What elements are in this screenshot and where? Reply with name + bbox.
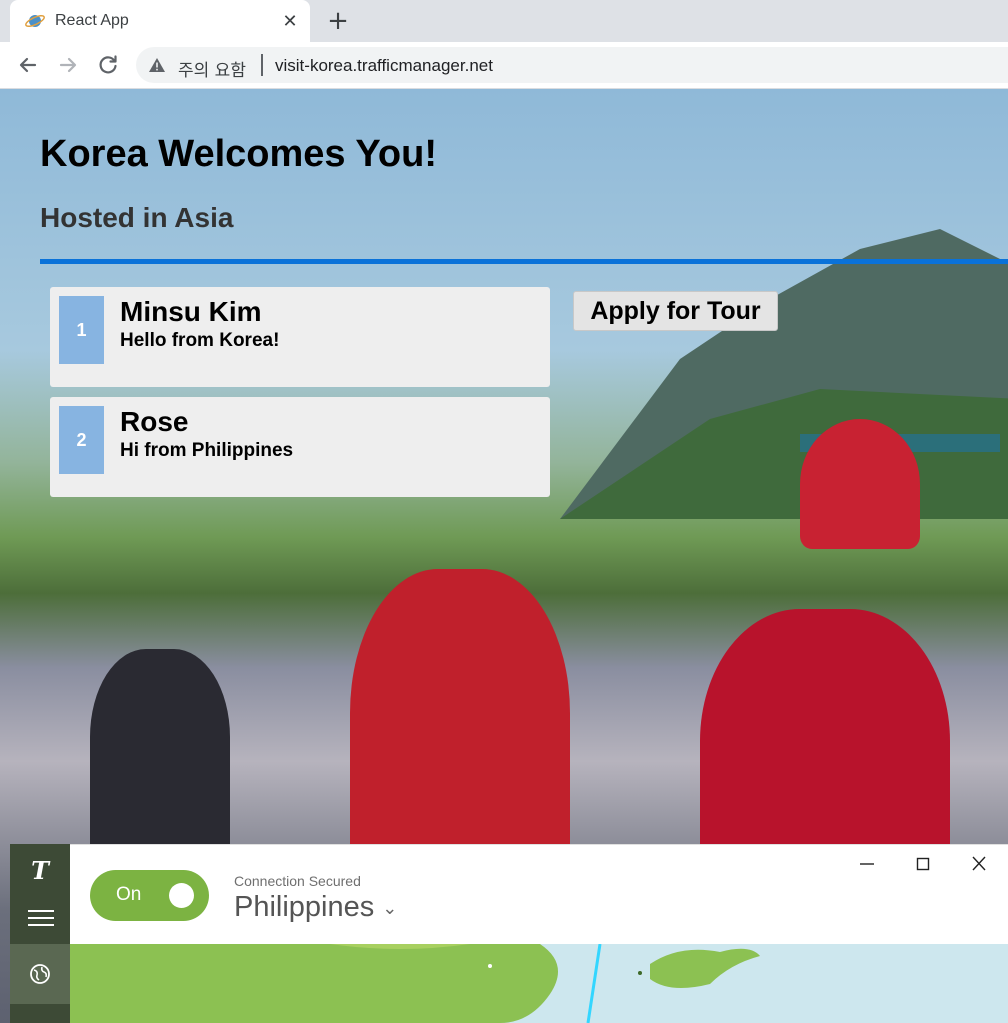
vpn-toggle-label: On (116, 884, 142, 905)
page-title: Korea Welcomes You! (40, 133, 438, 175)
reload-icon[interactable] (94, 51, 122, 79)
entry-name: Rose (120, 406, 189, 437)
entry-number: 1 (59, 296, 104, 364)
close-icon[interactable] (966, 853, 992, 875)
tab-react-app[interactable]: React App ✕ (10, 0, 310, 42)
vpn-logo-icon: T (31, 856, 49, 885)
vpn-toggle[interactable]: On (90, 870, 209, 921)
vpn-toggle-knob (169, 883, 194, 908)
maximize-icon[interactable] (910, 853, 936, 875)
tab-close-icon[interactable]: ✕ (278, 9, 302, 33)
vpn-map[interactable] (70, 944, 1008, 1023)
react-favicon-icon (24, 10, 46, 32)
address-bar[interactable]: 주의 요함 visit-korea.trafficmanager.net (136, 47, 1008, 83)
country-selector[interactable]: Philippines ⌄ (234, 891, 397, 924)
url-text[interactable]: visit-korea.trafficmanager.net (275, 56, 493, 76)
background-mountain (560, 229, 1008, 519)
warning-icon[interactable] (148, 56, 166, 74)
security-warning-text[interactable]: 주의 요함 (178, 56, 246, 81)
apply-for-tour-button[interactable]: Apply for Tour (573, 291, 778, 331)
tab-title: React App (55, 12, 129, 29)
address-separator (261, 54, 263, 76)
vpn-header: On Connection Secured Philippines ⌄ (70, 844, 1008, 944)
menu-icon[interactable] (28, 910, 54, 930)
browser-toolbar: 주의 요함 visit-korea.trafficmanager.net (0, 42, 1008, 89)
chevron-down-icon[interactable]: ⌄ (382, 898, 397, 919)
guest-entry-2: 2 Rose Hi from Philippines (50, 397, 550, 497)
connection-status: Connection Secured (234, 873, 361, 889)
tab-strip: React App ✕ + (0, 0, 1008, 42)
map-landmass (70, 944, 760, 1023)
country-name: Philippines (234, 891, 375, 923)
background-hat (800, 419, 920, 549)
entry-name: Minsu Kim (120, 296, 262, 327)
page-subtitle: Hosted in Asia (40, 202, 234, 233)
background-dancer (90, 649, 230, 869)
guest-entry-1: 1 Minsu Kim Hello from Korea! (50, 287, 550, 387)
back-icon[interactable] (14, 51, 42, 79)
heading-divider (40, 259, 1008, 264)
new-tab-button[interactable]: + (325, 8, 351, 34)
minimize-icon[interactable] (854, 853, 880, 875)
entry-message: Hi from Philippines (120, 440, 294, 461)
entry-number: 2 (59, 406, 104, 474)
vpn-window: T On Connection Secured Philippines ⌄ (10, 844, 1008, 1023)
globe-icon[interactable] (10, 944, 70, 1004)
vpn-sidebar: T (10, 844, 70, 1023)
forward-icon[interactable] (54, 51, 82, 79)
entry-message: Hello from Korea! (120, 330, 280, 351)
